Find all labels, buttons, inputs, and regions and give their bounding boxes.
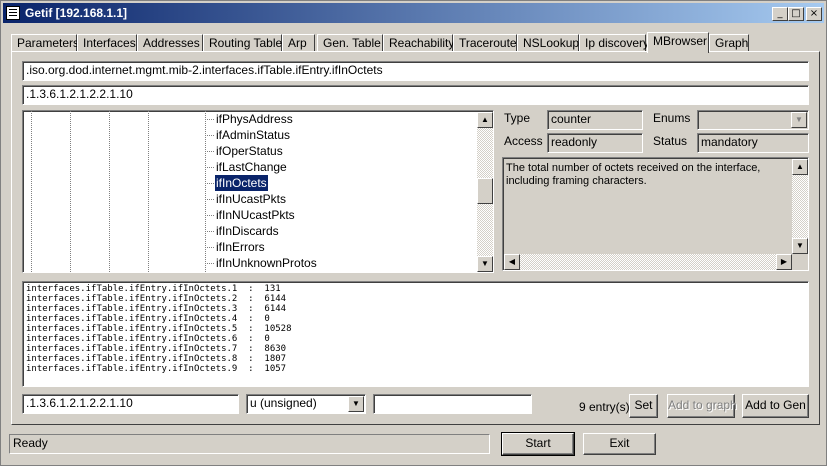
add-to-graph-button[interactable]: Add to graph: [667, 394, 737, 418]
scroll-left-button[interactable]: ◀: [504, 254, 520, 270]
tree-item-ifinoctets[interactable]: ifInOctets: [205, 174, 269, 192]
enums-dropdown-button[interactable]: ▼: [791, 112, 807, 128]
output-line: interfaces.ifTable.ifEntry.ifInOctets.6 …: [26, 334, 270, 344]
tree-item-ifphysaddress[interactable]: ifPhysAddress: [205, 111, 294, 127]
tab-ip-discovery[interactable]: Ip discovery: [579, 34, 649, 52]
results-output[interactable]: interfaces.ifTable.ifEntry.ifInOctets.1 …: [22, 281, 809, 387]
close-icon: ×: [809, 8, 819, 19]
app-icon[interactable]: [6, 6, 20, 20]
scroll-down-button[interactable]: ▼: [477, 256, 493, 272]
value-type-dropdown-button[interactable]: ▼: [348, 396, 364, 412]
output-line: interfaces.ifTable.ifEntry.ifInOctets.3 …: [26, 304, 287, 314]
tab-routing-table[interactable]: Routing Table: [203, 34, 282, 52]
tab-parameters[interactable]: Parameters: [11, 34, 79, 52]
tree-item-ifoperstatus[interactable]: ifOperStatus: [205, 143, 284, 159]
set-value-input[interactable]: [373, 394, 532, 414]
tab-traceroute[interactable]: Traceroute: [453, 34, 517, 52]
scroll-up-button[interactable]: ▲: [477, 112, 493, 128]
tree-item-ifinunknownprotos[interactable]: ifInUnknownProtos: [205, 255, 318, 271]
type-label: Type: [504, 111, 531, 125]
arrow-up-icon: ▲: [796, 162, 804, 171]
output-line: interfaces.ifTable.ifEntry.ifInOctets.8 …: [26, 354, 287, 364]
status-field: mandatory: [697, 133, 809, 153]
output-line: interfaces.ifTable.ifEntry.ifInOctets.4 …: [26, 314, 270, 324]
arrow-down-icon: ▼: [796, 241, 804, 250]
start-button[interactable]: Start: [501, 432, 575, 456]
tab-interfaces[interactable]: Interfaces: [77, 34, 137, 52]
output-line: interfaces.ifTable.ifEntry.ifInOctets.7 …: [26, 344, 287, 354]
tree-item-iflastchange[interactable]: ifLastChange: [205, 159, 288, 175]
scroll-right-button[interactable]: ▶: [776, 254, 792, 270]
main-window: Getif [192.168.1.1] _ □ × Parameters Int…: [0, 0, 827, 466]
output-line: interfaces.ifTable.ifEntry.ifInOctets.1 …: [26, 284, 281, 294]
scroll-thumb[interactable]: [477, 178, 493, 204]
tab-addresses[interactable]: Addresses: [137, 34, 203, 52]
scroll-down-button[interactable]: ▼: [792, 238, 808, 254]
tab-nslookup[interactable]: NSLookup: [517, 34, 579, 52]
access-field: readonly: [547, 133, 643, 153]
tab-mbrowser[interactable]: MBrowser: [647, 32, 709, 53]
tree-item-ifinerrors[interactable]: ifInErrors: [205, 239, 266, 255]
tree-guide-line: [31, 111, 32, 272]
tree-scrollbar[interactable]: ▲ ▼: [477, 112, 493, 272]
mib-tree[interactable]: ifPhysAddress ifAdminStatus ifOperStatus…: [22, 110, 494, 273]
tree-item-ifindiscards[interactable]: ifInDiscards: [205, 223, 280, 239]
access-label: Access: [504, 134, 543, 148]
title-bar[interactable]: Getif [192.168.1.1] _ □ ×: [3, 3, 824, 23]
tab-reachability[interactable]: Reachability: [383, 34, 454, 52]
add-to-gen-button[interactable]: Add to Gen: [742, 394, 809, 418]
tab-arp[interactable]: Arp: [282, 34, 315, 52]
chevron-down-icon: ▼: [795, 115, 803, 124]
window-title: Getif [192.168.1.1]: [25, 6, 128, 20]
tree-item-ifinucastpkts[interactable]: ifInUcastPkts: [204, 191, 287, 207]
tree-guide-line: [70, 111, 71, 272]
description-text: The total number of octets received on t…: [506, 162, 761, 187]
tree-guide-line: [148, 111, 149, 272]
tab-gen-table[interactable]: Gen. Table: [317, 34, 383, 52]
arrow-up-icon: ▲: [481, 115, 489, 124]
tree-item-ifadminstatus[interactable]: ifAdminStatus: [204, 127, 291, 143]
arrow-down-icon: ▼: [481, 259, 489, 268]
scroll-up-button[interactable]: ▲: [792, 159, 808, 175]
tab-graph[interactable]: Graph: [709, 34, 749, 52]
set-oid-field[interactable]: .1.3.6.1.2.1.2.2.1.10: [22, 394, 239, 414]
set-button[interactable]: Set: [629, 394, 658, 418]
output-line: interfaces.ifTable.ifEntry.ifInOctets.9 …: [26, 364, 287, 374]
status-bar: Ready: [9, 434, 490, 454]
minimize-button[interactable]: _: [772, 7, 788, 21]
minimize-icon: _: [777, 8, 783, 19]
maximize-button[interactable]: □: [788, 7, 804, 21]
oid-name-field[interactable]: .iso.org.dod.internet.mgmt.mib-2.interfa…: [22, 61, 809, 81]
tree-item-ifinnucastpkts[interactable]: ifInNUcastPkts: [205, 207, 296, 223]
description-hscrollbar[interactable]: ◀ ▶: [504, 254, 792, 270]
value-type-select[interactable]: u (unsigned) ▼: [246, 394, 366, 414]
maximize-icon: □: [791, 8, 801, 19]
arrow-right-icon: ▶: [780, 257, 788, 266]
value-type-selected: u (unsigned): [250, 396, 317, 410]
enums-combo[interactable]: ▼: [697, 110, 809, 130]
description-box[interactable]: The total number of octets received on t…: [502, 157, 809, 271]
chevron-down-icon: ▼: [352, 399, 360, 408]
output-line: interfaces.ifTable.ifEntry.ifInOctets.5 …: [26, 324, 292, 334]
enums-label: Enums: [653, 111, 691, 125]
arrow-left-icon: ◀: [508, 257, 516, 266]
description-vscrollbar[interactable]: ▲ ▼: [792, 159, 808, 254]
type-field: counter: [547, 110, 643, 130]
close-button[interactable]: ×: [806, 7, 822, 21]
entry-count: 9 entry(s): [579, 400, 630, 414]
status-label: Status: [653, 134, 688, 148]
output-line: interfaces.ifTable.ifEntry.ifInOctets.2 …: [26, 294, 287, 304]
exit-button[interactable]: Exit: [583, 433, 656, 455]
oid-number-field[interactable]: .1.3.6.1.2.1.2.2.1.10: [22, 85, 809, 105]
tree-guide-line: [109, 111, 110, 272]
